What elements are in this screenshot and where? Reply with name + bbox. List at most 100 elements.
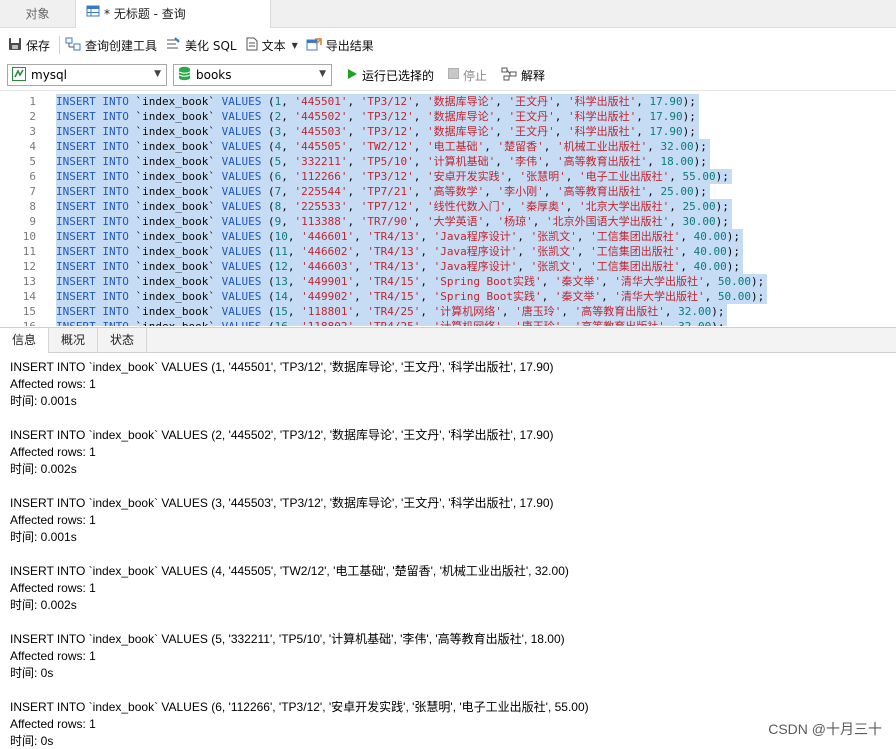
query-builder-label: 查询创建工具 (85, 38, 158, 53)
sql-statement: INSERT INTO `index_book` VALUES (3, '445… (56, 124, 699, 139)
query-builder-icon (65, 37, 81, 54)
sql-editor[interactable]: 1 INSERT INTO `index_book` VALUES (1, '44… (0, 90, 896, 326)
tab-overview[interactable]: 概况 (49, 328, 99, 353)
keyword-insert: INSERT (56, 260, 96, 273)
value-price: 55.00 (682, 170, 716, 183)
connection-value: mysql (31, 68, 67, 82)
keyword-insert: INSERT (56, 110, 96, 123)
value-class: 'TP3/12' (360, 110, 414, 123)
value-title: '线性代数入门' (426, 200, 507, 213)
keyword-into: INTO (102, 260, 129, 273)
save-button[interactable]: 保存 (6, 33, 56, 57)
stop-button[interactable]: 停止 (444, 64, 491, 86)
value-author: '李小刚' (497, 185, 544, 198)
keyword-into: INTO (102, 245, 129, 258)
sql-statement: INSERT INTO `index_book` VALUES (15, '11… (56, 304, 728, 319)
table-name: `index_book` (135, 125, 215, 138)
value-publisher: '高等教育出版社' (556, 185, 648, 198)
sql-statement: INSERT INTO `index_book` VALUES (7, '225… (56, 184, 710, 199)
value-author: '李伟' (508, 155, 544, 168)
value-title: 'Spring Boot实践' (433, 275, 542, 288)
keyword-values: VALUES (221, 230, 262, 243)
keyword-values: VALUES (221, 275, 262, 288)
tab-query[interactable]: * 无标题 - 查询 (75, 0, 271, 28)
save-label: 保存 (26, 38, 51, 53)
value-price: 50.00 (717, 275, 752, 288)
sql-statement: INSERT INTO `index_book` VALUES (1, '445… (56, 94, 699, 109)
run-selected-label: 运行已选择的 (362, 68, 435, 83)
value-class: 'TW2/12' (360, 140, 414, 153)
table-name: `index_book` (135, 305, 215, 318)
message-sql: INSERT INTO `index_book` VALUES (5, '332… (10, 632, 565, 646)
sql-statement: INSERT INTO `index_book` VALUES (10, '44… (56, 229, 743, 244)
value-author: '王文丹' (508, 95, 555, 108)
value-title: 'Java程序设计' (433, 230, 518, 243)
line-number: 3 (29, 125, 36, 138)
text-document-icon (245, 37, 258, 54)
tab-objects[interactable]: 对象 (0, 0, 75, 28)
message-time: 时间: 0s (10, 666, 54, 680)
message-sql: INSERT INTO `index_book` VALUES (4, '445… (10, 564, 569, 578)
text-menu-button[interactable]: 文本 ▼ (243, 33, 304, 57)
value-class: 'TR4/25' (367, 305, 421, 318)
line-number: 15 (22, 305, 36, 318)
value-isbn: '445502' (294, 110, 348, 123)
line-number: 5 (29, 155, 36, 168)
export-results-button[interactable]: 导出结果 (304, 33, 380, 57)
value-isbn: '445501' (294, 95, 348, 108)
connection-select[interactable]: mysql ▼ (7, 64, 167, 86)
query-builder-button[interactable]: 查询创建工具 (63, 33, 163, 57)
sql-statement: INSERT INTO `index_book` VALUES (13, '44… (56, 274, 768, 289)
database-select[interactable]: books ▼ (173, 64, 332, 86)
tab-query-label: * 无标题 - 查询 (104, 7, 186, 21)
value-author: '王文丹' (508, 125, 555, 138)
keyword-values: VALUES (221, 140, 262, 153)
line-number: 9 (29, 215, 36, 228)
value-class: 'TP3/12' (360, 95, 414, 108)
value-author: '唐玉玲' (515, 320, 561, 326)
tab-info[interactable]: 信息 (0, 328, 50, 353)
message-block: INSERT INTO `index_book` VALUES (6, '112… (10, 699, 589, 749)
value-isbn: '449902' (301, 290, 355, 303)
message-time: 时间: 0.002s (10, 462, 77, 476)
line-number: 16 (0, 319, 36, 326)
beautify-sql-button[interactable]: 美化 SQL (163, 33, 243, 57)
keyword-into: INTO (102, 275, 129, 288)
value-publisher: '高等教育出版社' (556, 155, 648, 168)
toolbar-divider (59, 36, 61, 54)
value-publisher: '科学出版社' (567, 125, 637, 138)
value-price: 25.00 (660, 185, 694, 198)
value-title: '计算机网络' (434, 320, 502, 326)
export-icon (306, 37, 322, 54)
value-publisher: '科学出版社' (567, 95, 637, 108)
message-sql: INSERT INTO `index_book` VALUES (1, '445… (10, 360, 554, 374)
run-selected-button[interactable]: 运行已选择的 (342, 64, 438, 86)
keyword-into: INTO (102, 170, 129, 183)
keyword-values: VALUES (221, 290, 262, 303)
beautify-wand-icon (165, 36, 181, 54)
explain-button[interactable]: 解释 (497, 64, 549, 86)
keyword-into: INTO (102, 95, 129, 108)
explain-label: 解释 (521, 68, 546, 83)
line-number: 8 (29, 200, 36, 213)
explain-icon (501, 67, 517, 84)
keyword-values: VALUES (221, 185, 262, 198)
value-title: '安卓开发实践' (426, 170, 507, 183)
export-results-label: 导出结果 (325, 38, 374, 53)
value-publisher: '电子工业出版社' (578, 170, 670, 183)
value-isbn: '118801' (301, 305, 355, 318)
value-publisher: '清华大学出版社' (614, 290, 705, 303)
message-affected-rows: Affected rows: 1 (10, 649, 96, 663)
value-price: 25.00 (682, 200, 716, 213)
value-publisher: '北京大学出版社' (578, 200, 670, 213)
value-title: '高等数学' (426, 185, 485, 198)
tab-status[interactable]: 状态 (98, 328, 148, 353)
table-name: `index_book` (135, 95, 215, 108)
message-time: 时间: 0.001s (10, 394, 77, 408)
value-price: 32.00 (660, 140, 694, 153)
value-isbn: '332211' (294, 155, 348, 168)
line-number: 10 (22, 230, 36, 243)
table-name: `index_book` (135, 215, 215, 228)
value-title: '数据库导论' (426, 95, 496, 108)
keyword-insert: INSERT (56, 170, 96, 183)
